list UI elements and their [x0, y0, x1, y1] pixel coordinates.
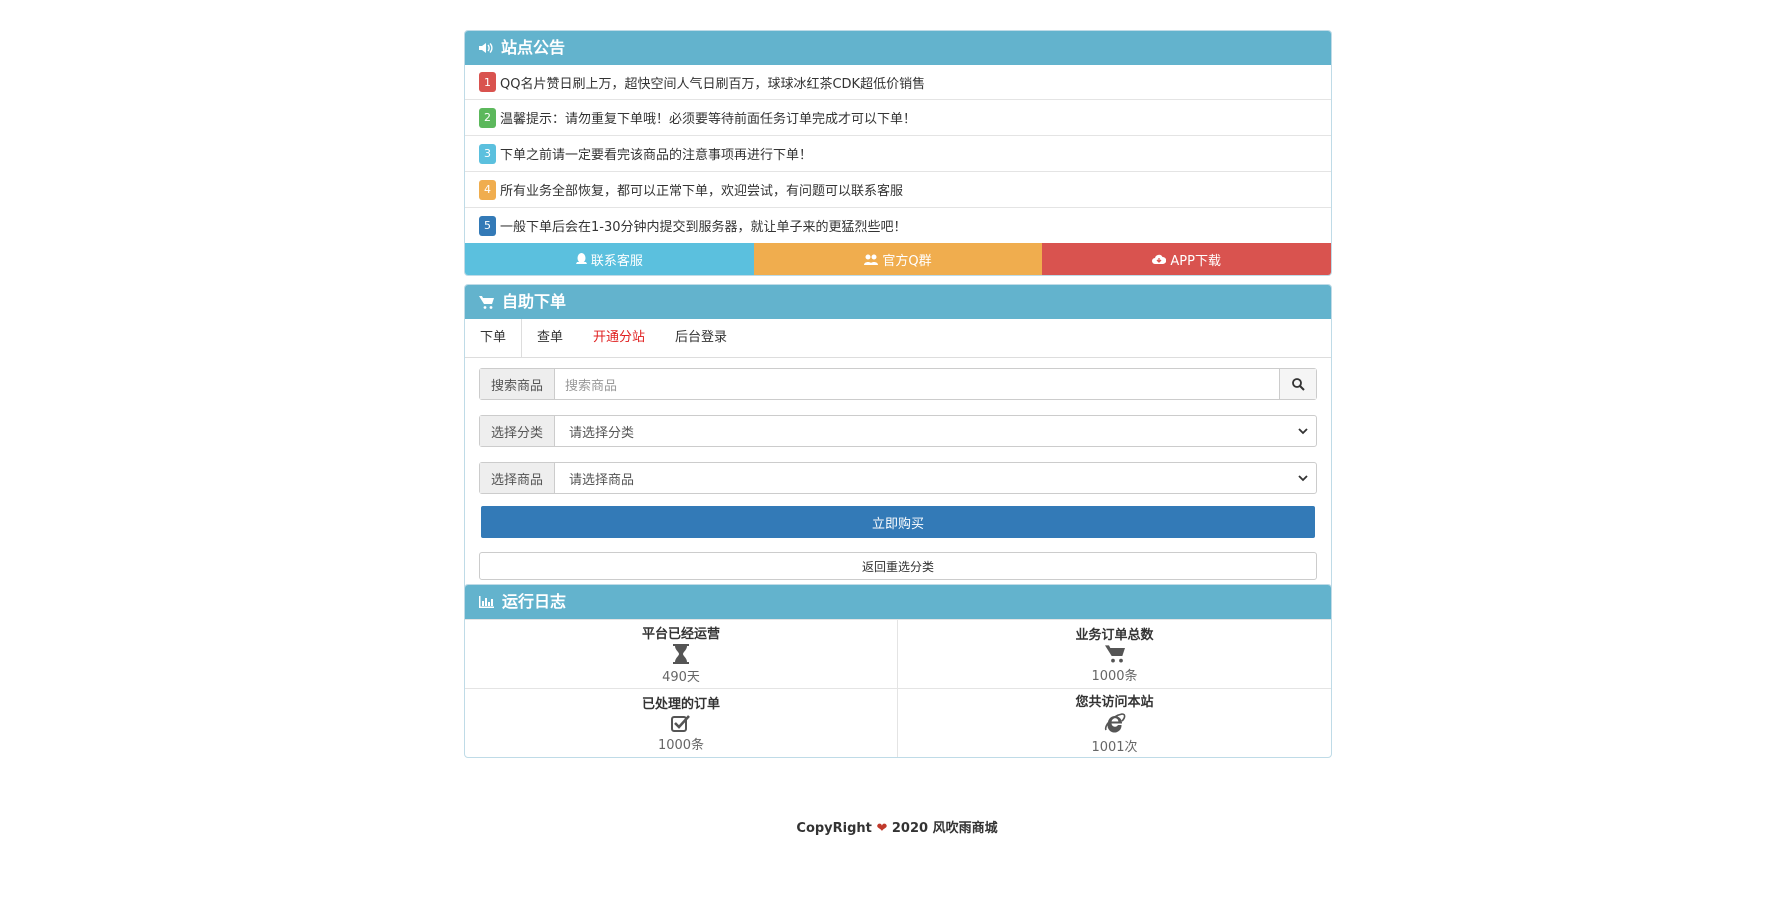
order-panel: 自助下单 下单 查单 开通分站 后台登录 搜索商品 搜索商品 选择分类 请选择分… — [464, 284, 1332, 601]
stat-processed-orders: 已处理的订单 1000条 — [465, 688, 898, 757]
notice-text: 一般下单后会在1-30分钟内提交到服务器，就让单子来的更猛烈些吧！ — [500, 220, 907, 235]
copyright-text: CopyRight — [796, 821, 872, 836]
qq-icon — [575, 253, 587, 264]
check-square-icon — [671, 715, 690, 732]
notice-title: 站点公告 — [501, 38, 566, 57]
tab-open-substation[interactable]: 开通分站 — [578, 319, 660, 357]
order-tabs: 下单 查单 开通分站 后台登录 — [465, 319, 1331, 358]
stat-value: 1000条 — [657, 738, 705, 753]
product-select-group: 选择商品 请选择商品 — [479, 462, 1317, 494]
stat-label: 业务订单总数 — [1075, 628, 1154, 643]
search-icon — [1291, 377, 1305, 391]
buy-now-button[interactable]: 立即购买 — [481, 506, 1315, 538]
stat-visits: 您共访问本站 1001次 — [898, 688, 1331, 757]
stat-total-orders: 业务订单总数 1000条 — [898, 619, 1331, 688]
footer: CopyRight ❤ 2020 风吹雨商城 — [464, 817, 1330, 836]
stat-label: 您共访问本站 — [1075, 695, 1154, 710]
search-label: 搜索商品 — [480, 369, 555, 399]
category-select[interactable]: 请选择分类 — [555, 416, 1316, 446]
order-form: 搜索商品 搜索商品 选择分类 请选择分类 选择商品 请选择商品 立即购买 返回重… — [465, 358, 1331, 600]
hourglass-icon — [673, 644, 689, 664]
contact-button-row: 联系客服 官方Q群 APP下载 — [465, 243, 1331, 275]
stats-grid: 平台已经运营 490天 业务订单总数 1000条 已处理的订单 1000条 您共… — [465, 619, 1331, 757]
product-selected-value: 请选择商品 — [569, 472, 635, 488]
notice-text: 温馨提示：请勿重复下单哦！必须要等待前面任务订单完成才可以下单！ — [500, 112, 917, 127]
notice-text: QQ名片赞日刷上万，超快空间人气日刷百万，球球冰红茶CDK超低价销售 — [500, 76, 926, 92]
notice-text: 所有业务全部恢复，都可以正常下单，欢迎尝试，有问题可以联系客服 — [500, 184, 904, 199]
official-qq-group-label: 官方Q群 — [882, 253, 932, 269]
notice-item: 5 一般下单后会在1-30分钟内提交到服务器，就让单子来的更猛烈些吧！ — [465, 208, 1331, 243]
order-title: 自助下单 — [502, 292, 567, 311]
category-select-group: 选择分类 请选择分类 — [479, 415, 1317, 447]
stat-label: 平台已经运营 — [641, 627, 720, 642]
notice-number-badge: 2 — [479, 107, 496, 128]
tab-admin-login[interactable]: 后台登录 — [660, 319, 742, 357]
official-qq-group-button[interactable]: 官方Q群 — [753, 243, 1043, 275]
notice-panel: 站点公告 1 QQ名片赞日刷上万，超快空间人气日刷百万，球球冰红茶CDK超低价销… — [464, 30, 1332, 276]
stat-value: 1000条 — [1091, 669, 1138, 684]
stat-label: 已处理的订单 — [641, 697, 720, 712]
cart-icon — [1104, 645, 1125, 663]
search-input-group: 搜索商品 搜索商品 — [479, 368, 1317, 400]
ie-icon — [1104, 713, 1125, 733]
bar-chart-icon — [479, 596, 494, 608]
run-log-header: 运行日志 — [465, 585, 1331, 619]
product-label: 选择商品 — [480, 463, 555, 493]
notice-number-badge: 4 — [479, 179, 496, 200]
notice-number-badge: 5 — [479, 215, 496, 236]
copyright-suffix: 2020 风吹雨商城 — [891, 821, 998, 836]
stat-running-days: 平台已经运营 490天 — [465, 619, 898, 688]
notice-item: 4 所有业务全部恢复，都可以正常下单，欢迎尝试，有问题可以联系客服 — [465, 172, 1331, 208]
tab-order[interactable]: 下单 — [465, 319, 523, 357]
app-download-button[interactable]: APP下载 — [1042, 243, 1331, 275]
notice-item: 1 QQ名片赞日刷上万，超快空间人气日刷百万，球球冰红茶CDK超低价销售 — [465, 65, 1331, 100]
run-log-title: 运行日志 — [502, 592, 567, 611]
app-download-label: APP下载 — [1170, 253, 1221, 269]
contact-service-button[interactable]: 联系客服 — [465, 243, 754, 275]
search-input[interactable]: 搜索商品 — [555, 369, 1279, 399]
notice-item: 2 温馨提示：请勿重复下单哦！必须要等待前面任务订单完成才可以下单！ — [465, 100, 1331, 136]
product-select[interactable]: 请选择商品 — [555, 463, 1316, 493]
chevron-down-icon — [1298, 427, 1308, 434]
users-icon — [864, 254, 879, 265]
stat-value: 1001次 — [1091, 740, 1138, 755]
cart-icon — [479, 295, 494, 309]
search-button[interactable] — [1279, 369, 1316, 399]
notice-number-badge: 1 — [479, 72, 496, 92]
run-log-panel: 运行日志 平台已经运营 490天 业务订单总数 1000条 已处理的订单 100… — [464, 584, 1332, 758]
category-selected-value: 请选择分类 — [569, 425, 635, 441]
stat-value: 490天 — [662, 670, 700, 685]
tab-query-order[interactable]: 查单 — [522, 319, 578, 357]
chevron-down-icon — [1298, 474, 1308, 481]
volume-icon — [479, 43, 493, 53]
notice-text: 下单之前请一定要看完该商品的注意事项再进行下单！ — [500, 148, 813, 163]
cloud-download-icon — [1152, 254, 1167, 264]
contact-service-label: 联系客服 — [590, 253, 643, 269]
order-panel-header: 自助下单 — [465, 285, 1331, 319]
notice-number-badge: 3 — [479, 143, 496, 164]
notice-panel-header: 站点公告 — [465, 31, 1331, 65]
notice-item: 3 下单之前请一定要看完该商品的注意事项再进行下单！ — [465, 136, 1331, 172]
reselect-category-button[interactable]: 返回重选分类 — [479, 552, 1317, 580]
category-label: 选择分类 — [480, 416, 555, 446]
heart-icon: ❤ — [876, 821, 888, 836]
